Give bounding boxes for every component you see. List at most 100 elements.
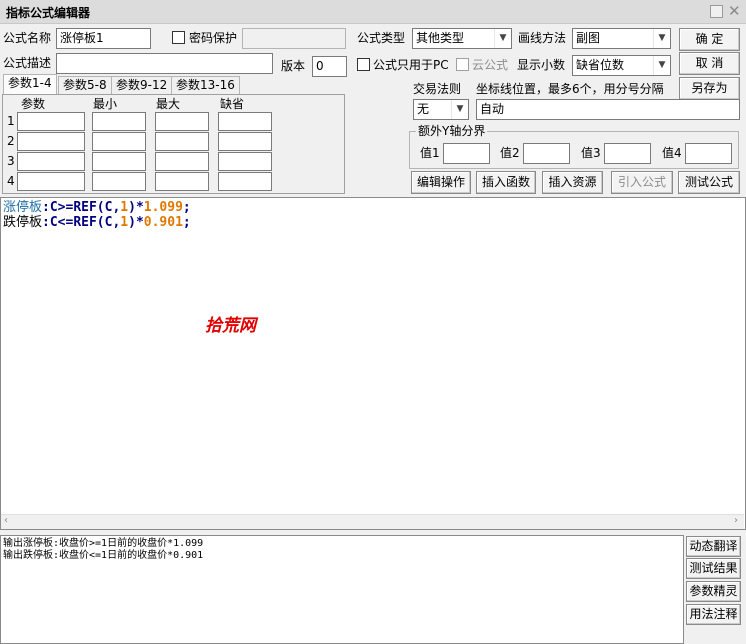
chevron-down-icon: ▼ — [653, 29, 670, 48]
version-input[interactable]: 0 — [312, 56, 347, 77]
insert-resource-button[interactable]: 插入资源 — [542, 171, 603, 194]
decimals-select[interactable]: 缺省位数 ▼ — [572, 55, 671, 76]
watermark-text: 拾荒网 — [205, 316, 256, 336]
param-default-input[interactable] — [218, 132, 272, 151]
trade-rule-value: 无 — [417, 102, 430, 116]
usage-notes-button[interactable]: 用法注释 — [686, 604, 741, 625]
ok-button[interactable]: 确 定 — [679, 28, 740, 51]
edit-operation-button[interactable]: 编辑操作 — [411, 171, 471, 194]
code-operator: )* — [128, 200, 144, 215]
pc-only-checkbox[interactable] — [357, 58, 370, 71]
col-param-header: 参数 — [21, 97, 46, 111]
output-line-1: 输出涨停板:收盘价>=1日前的收盘价*1.099 — [3, 538, 204, 549]
formula-desc-label: 公式描述 — [3, 56, 52, 70]
cloud-formula-label: 云公式 — [472, 58, 509, 72]
test-formula-button[interactable]: 测试公式 — [678, 171, 740, 194]
cancel-button[interactable]: 取 消 — [679, 52, 740, 75]
yaxis-v4-input[interactable] — [685, 143, 732, 164]
code-operator: )* — [128, 215, 144, 230]
param-max-input[interactable] — [155, 132, 209, 151]
test-result-button[interactable]: 测试结果 — [686, 558, 741, 579]
param-min-input[interactable] — [92, 132, 146, 151]
param-min-input[interactable] — [92, 112, 146, 131]
param-min-input[interactable] — [92, 172, 146, 191]
param-row-number: 2 — [7, 134, 15, 148]
scroll-right-icon[interactable]: › — [734, 515, 738, 526]
param-default-input[interactable] — [218, 112, 272, 131]
decimals-label: 显示小数 — [517, 58, 566, 72]
param-default-input[interactable] — [218, 172, 272, 191]
code-operator: ; — [182, 200, 191, 215]
formula-name-label: 公式名称 — [3, 31, 52, 45]
code-operator: :C>=REF(C, — [42, 200, 121, 215]
scroll-left-icon[interactable]: ‹ — [4, 515, 8, 526]
yaxis-v1-input[interactable] — [443, 143, 490, 164]
cloud-formula-checkbox — [456, 58, 469, 71]
code-var-name: 涨停板 — [3, 200, 43, 215]
param-name-input[interactable] — [17, 152, 85, 171]
code-operator: :C<=REF(C, — [42, 215, 121, 230]
param-name-input[interactable] — [17, 172, 85, 191]
param-default-input[interactable] — [218, 152, 272, 171]
password-input — [242, 28, 346, 49]
param-name-input[interactable] — [17, 132, 85, 151]
code-operator: ; — [182, 215, 191, 230]
param-max-input[interactable] — [155, 172, 209, 191]
code-number: 1 — [120, 200, 129, 215]
code-var-name: 跌停板 — [3, 215, 43, 230]
coord-input[interactable]: 自动 — [476, 99, 740, 120]
param-row-number: 1 — [7, 114, 15, 128]
yaxis-v1-label: 值1 — [420, 146, 440, 160]
tab-params-13-16[interactable]: 参数13-16 — [171, 76, 240, 94]
draw-method-label: 画线方法 — [518, 31, 567, 45]
trade-rule-select[interactable]: 无 ▼ — [413, 99, 469, 120]
tab-params-9-12[interactable]: 参数9-12 — [111, 76, 173, 94]
yaxis-group-label: 额外Y轴分界 — [416, 123, 488, 139]
param-row-number: 3 — [7, 154, 15, 168]
param-name-input[interactable] — [17, 112, 85, 131]
param-max-input[interactable] — [155, 152, 209, 171]
code-line-1: 涨停板:C>=REF(C,1)*1.099; — [3, 200, 191, 215]
chevron-down-icon: ▼ — [653, 56, 670, 75]
close-icon[interactable]: ✕ — [728, 2, 741, 20]
formula-type-select[interactable]: 其他类型 ▼ — [412, 28, 512, 49]
col-max-header: 最大 — [156, 97, 181, 111]
formula-name-input[interactable]: 涨停板1 — [56, 28, 151, 49]
chevron-down-icon: ▼ — [494, 29, 511, 48]
formula-desc-input[interactable] — [56, 53, 273, 74]
param-min-input[interactable] — [92, 152, 146, 171]
decimals-value: 缺省位数 — [576, 58, 625, 72]
tab-params-5-8[interactable]: 参数5-8 — [58, 76, 112, 94]
draw-method-value: 副图 — [576, 31, 601, 45]
param-row-number: 4 — [7, 174, 15, 188]
param-wizard-button[interactable]: 参数精灵 — [686, 581, 741, 602]
code-number: 0.901 — [143, 215, 183, 230]
maximize-icon[interactable] — [710, 5, 723, 18]
password-label: 密码保护 — [189, 31, 238, 45]
param-max-input[interactable] — [155, 112, 209, 131]
code-number: 1.099 — [143, 200, 183, 215]
insert-function-button[interactable]: 插入函数 — [476, 171, 536, 194]
yaxis-v3-input[interactable] — [604, 143, 651, 164]
yaxis-v4-label: 值4 — [662, 146, 682, 160]
horizontal-scrollbar[interactable] — [1, 514, 744, 529]
chevron-down-icon: ▼ — [451, 100, 468, 119]
version-label: 版本 — [281, 59, 306, 73]
yaxis-v2-label: 值2 — [500, 146, 520, 160]
coord-label: 坐标线位置，最多6个，用分号分隔 — [476, 82, 664, 96]
tab-params-1-4[interactable]: 参数1-4 — [3, 74, 57, 95]
yaxis-v2-input[interactable] — [523, 143, 570, 164]
import-formula-button[interactable]: 引入公式 — [611, 171, 673, 194]
trade-rule-label: 交易法则 — [413, 82, 462, 96]
code-editor[interactable] — [0, 197, 746, 530]
title-bar — [0, 0, 746, 24]
password-checkbox[interactable] — [172, 31, 185, 44]
dynamic-translate-button[interactable]: 动态翻译 — [686, 536, 741, 557]
pc-only-label: 公式只用于PC — [373, 58, 449, 72]
code-line-2: 跌停板:C<=REF(C,1)*0.901; — [3, 215, 191, 230]
draw-method-select[interactable]: 副图 ▼ — [572, 28, 671, 49]
code-number: 1 — [120, 215, 129, 230]
window-title: 指标公式编辑器 — [6, 6, 91, 20]
save-as-button[interactable]: 另存为 — [679, 77, 740, 100]
formula-type-label: 公式类型 — [357, 31, 406, 45]
